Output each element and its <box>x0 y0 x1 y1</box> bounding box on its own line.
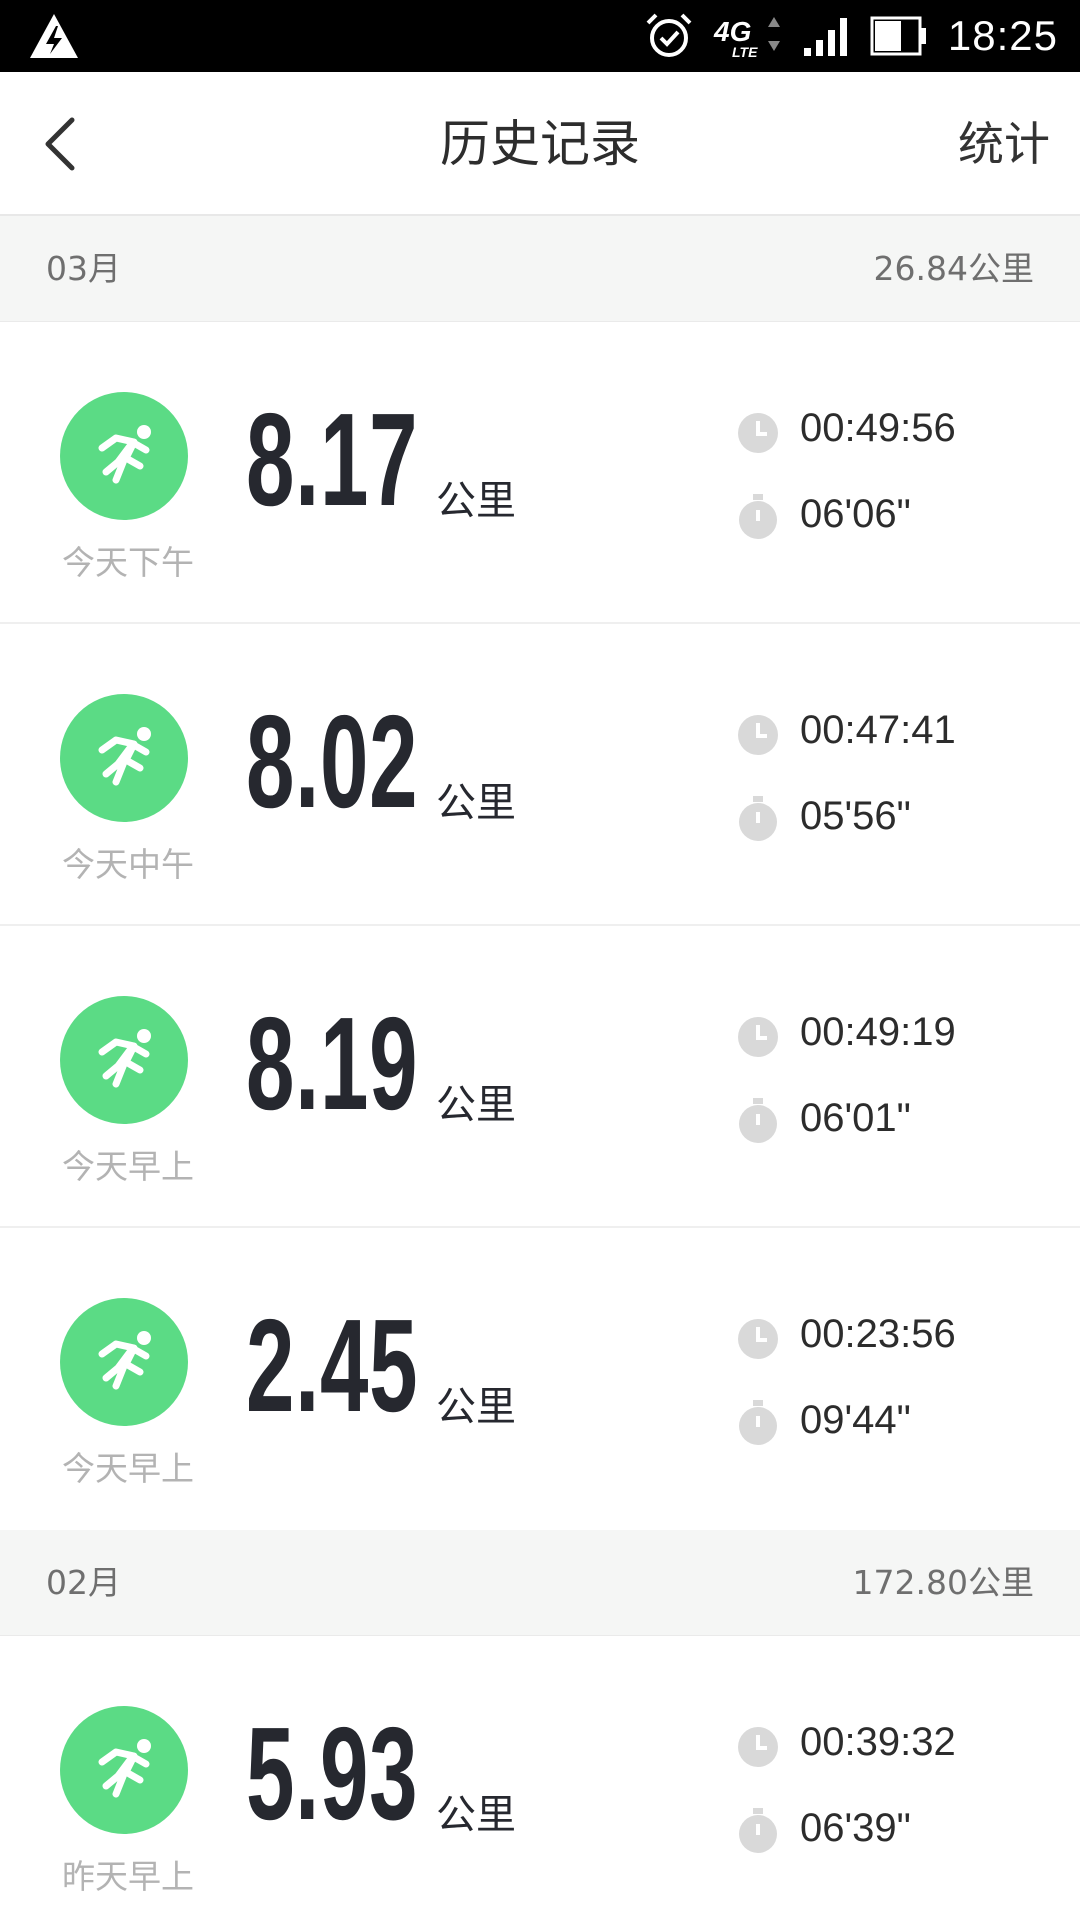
run-pace: 06'06" <box>800 492 911 536</box>
run-record-row[interactable]: 今天早上 8.19 公里 00:49:19 06'01" <box>0 926 1080 1228</box>
month-total-distance: 172.80公里 <box>852 1563 1034 1602</box>
run-distance: 8.19 <box>246 990 419 1137</box>
distance-unit: 公里 <box>436 1082 516 1128</box>
run-record-row[interactable]: 今天中午 8.02 公里 00:47:41 05'56" <box>0 624 1080 926</box>
run-distance: 8.02 <box>246 688 419 835</box>
svg-text:LTE: LTE <box>732 44 758 60</box>
charging-icon <box>30 14 78 58</box>
month-header: 02月 172.80公里 <box>0 1530 1080 1636</box>
distance-unit: 公里 <box>436 478 516 524</box>
month-label: 02月 <box>46 1563 121 1602</box>
clock-icon <box>738 1319 778 1359</box>
clock-icon <box>738 413 778 453</box>
run-time-of-day: 今天中午 <box>62 845 194 884</box>
run-pace: 06'39" <box>800 1806 911 1850</box>
run-record-row[interactable]: 昨天早上 5.93 公里 00:39:32 06'39" <box>0 1636 1080 1920</box>
month-total-distance: 26.84公里 <box>873 249 1034 288</box>
stopwatch-icon <box>739 796 777 841</box>
run-time-of-day: 今天下午 <box>62 543 194 582</box>
distance-unit: 公里 <box>436 780 516 826</box>
running-icon <box>60 1298 188 1426</box>
running-icon <box>60 392 188 520</box>
run-pace: 05'56" <box>800 794 911 838</box>
screen: 4G LTE 18:25 历史记录 统计 03月 26.84公里 今天下午 8.… <box>0 0 1080 1920</box>
run-duration: 00:39:32 <box>800 1720 956 1764</box>
run-distance: 2.45 <box>246 1292 419 1439</box>
status-time: 18:25 <box>947 12 1058 59</box>
status-icons: 4G LTE 18:25 <box>644 0 1058 72</box>
running-icon <box>60 996 188 1124</box>
run-time-of-day: 昨天早上 <box>62 1857 194 1896</box>
run-pace: 09'44" <box>800 1398 911 1442</box>
distance-unit: 公里 <box>436 1792 516 1838</box>
statistics-button[interactable]: 统计 <box>958 72 1050 216</box>
alarm-icon <box>646 13 692 57</box>
stopwatch-icon <box>739 1098 777 1143</box>
run-duration: 00:49:19 <box>800 1010 956 1054</box>
month-header: 03月 26.84公里 <box>0 216 1080 322</box>
distance-unit: 公里 <box>436 1384 516 1430</box>
clock-icon <box>738 1017 778 1057</box>
month-label: 03月 <box>46 249 121 288</box>
battery-icon <box>870 16 926 56</box>
stopwatch-icon <box>739 1808 777 1853</box>
running-icon <box>60 694 188 822</box>
run-record-row[interactable]: 今天下午 8.17 公里 00:49:56 06'06" <box>0 322 1080 624</box>
network-4g-icon: 4G LTE <box>713 16 780 60</box>
navigation-bar: 历史记录 统计 <box>0 72 1080 216</box>
run-distance: 8.17 <box>246 386 419 533</box>
run-distance: 5.93 <box>246 1700 419 1847</box>
signal-icon <box>803 18 847 56</box>
running-icon <box>60 1706 188 1834</box>
run-record-row[interactable]: 今天早上 2.45 公里 00:23:56 09'44" <box>0 1228 1080 1530</box>
svg-text:4G: 4G <box>713 16 751 47</box>
run-duration: 00:23:56 <box>800 1312 956 1356</box>
stopwatch-icon <box>739 1400 777 1445</box>
run-duration: 00:47:41 <box>800 708 956 752</box>
stopwatch-icon <box>739 494 777 539</box>
run-time-of-day: 今天早上 <box>62 1147 194 1186</box>
page-title: 历史记录 <box>440 115 640 173</box>
run-duration: 00:49:56 <box>800 406 956 450</box>
run-time-of-day: 今天早上 <box>62 1449 194 1488</box>
clock-icon <box>738 1727 778 1767</box>
status-bar: 4G LTE 18:25 <box>0 0 1080 72</box>
clock-icon <box>738 715 778 755</box>
run-pace: 06'01" <box>800 1096 911 1140</box>
